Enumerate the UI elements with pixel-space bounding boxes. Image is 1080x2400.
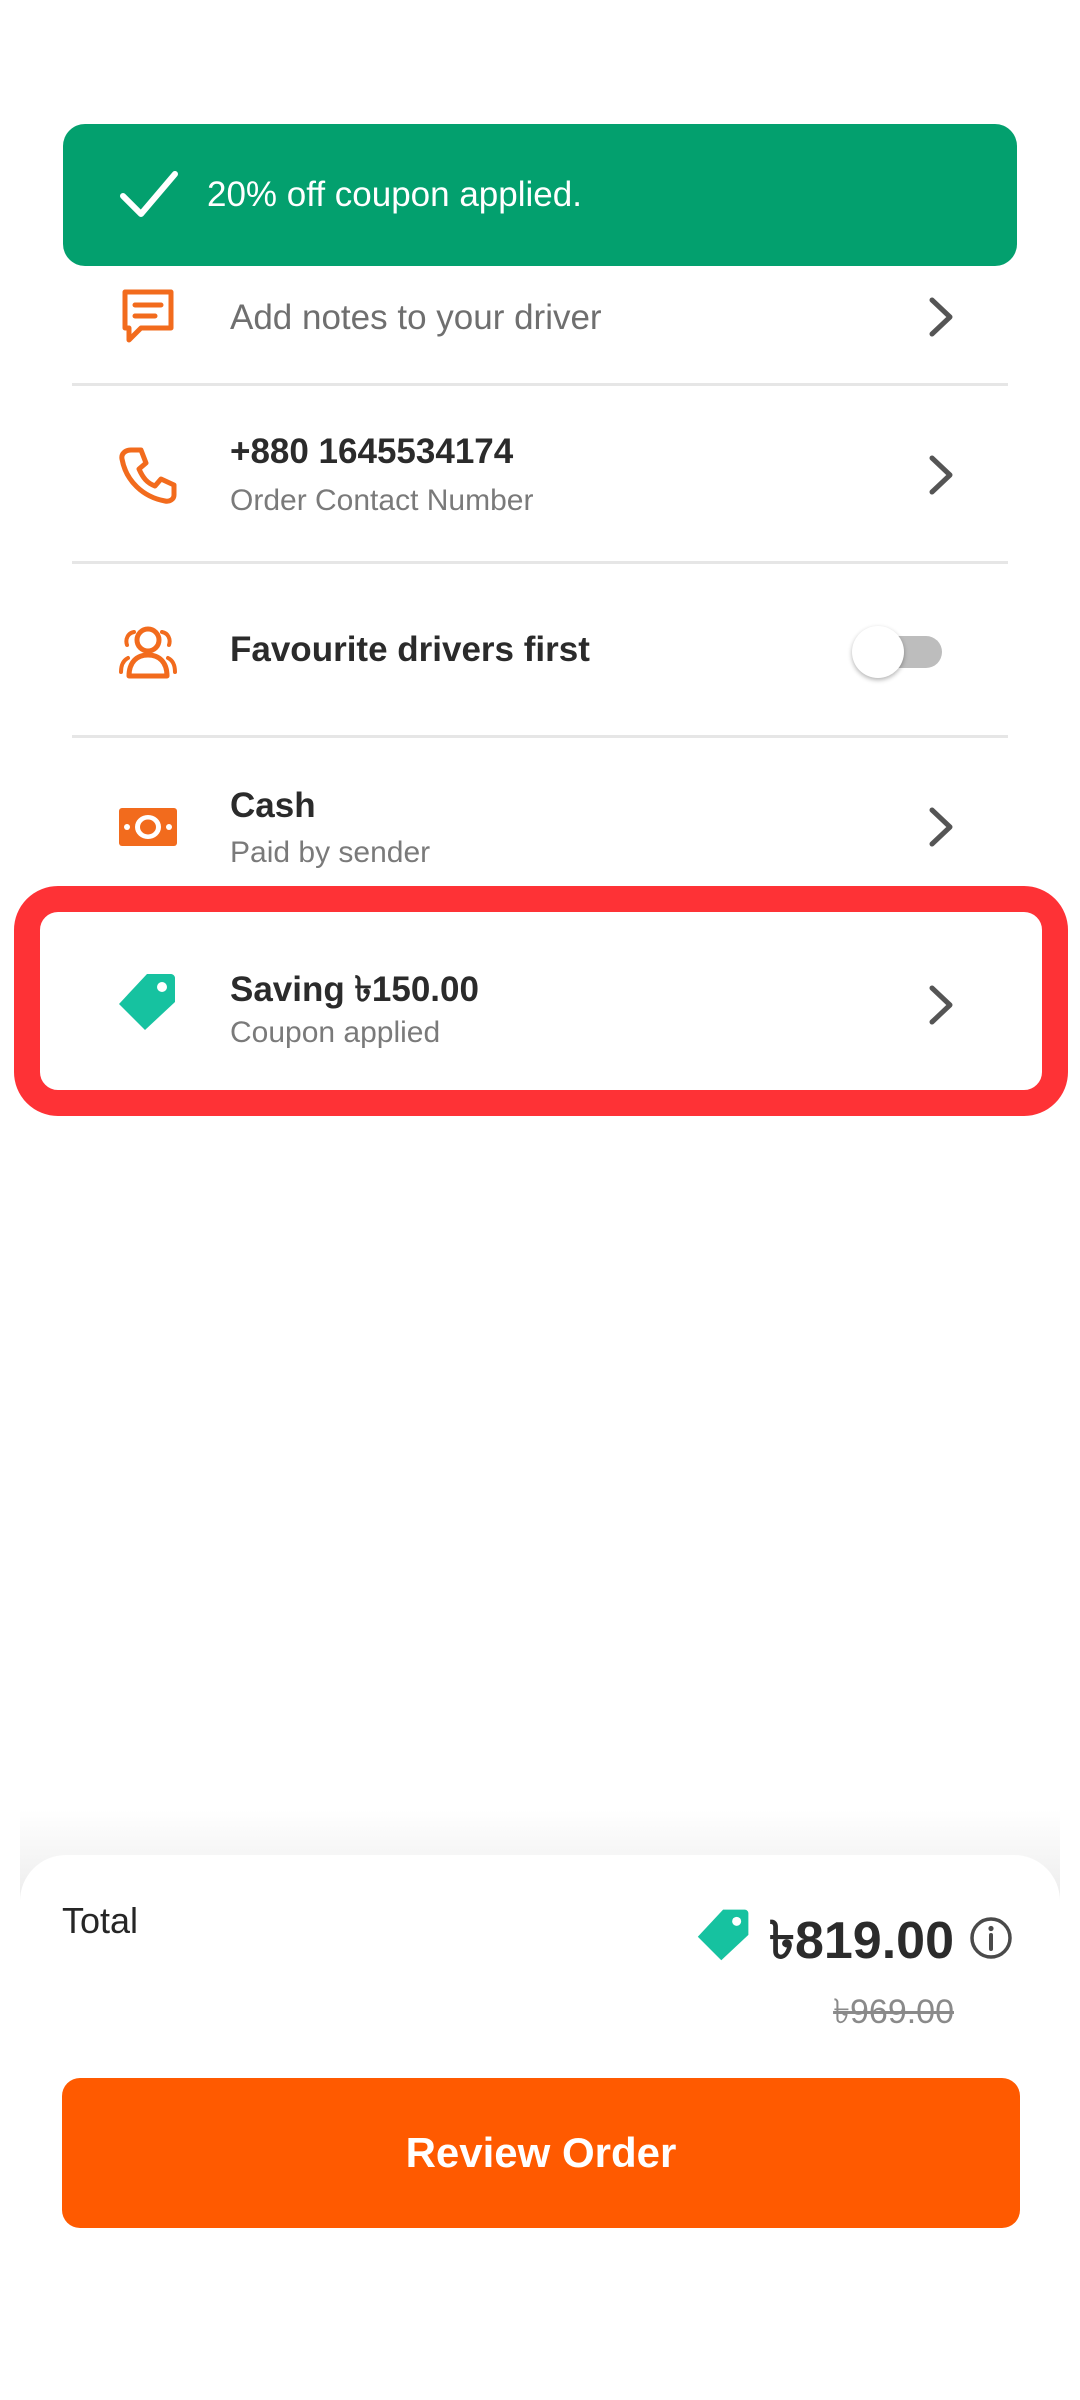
- cash-icon: [117, 796, 179, 858]
- coupon-caption: Coupon applied: [230, 1016, 441, 1049]
- chevron-right-icon: [929, 807, 953, 847]
- add-notes-row[interactable]: Add notes to your driver: [0, 266, 1080, 386]
- coupon-applied-toast: 20% off coupon applied.: [63, 124, 1017, 266]
- contact-number-caption: Order Contact Number: [230, 484, 534, 517]
- payment-method-label: Cash: [230, 786, 316, 825]
- favourite-drivers-toggle[interactable]: [852, 626, 944, 678]
- phone-icon: [117, 444, 179, 506]
- coupon-saving-label: Saving ৳150.00: [230, 970, 479, 1009]
- total-price: ৳819.00: [769, 1912, 954, 1970]
- review-order-button[interactable]: Review Order: [62, 2078, 1020, 2228]
- tag-icon: [697, 1909, 749, 1961]
- chevron-right-icon: [929, 297, 953, 337]
- check-icon: [120, 171, 178, 217]
- chevron-right-icon: [929, 985, 953, 1025]
- add-notes-label: Add notes to your driver: [230, 298, 602, 337]
- driver-group-icon: [117, 620, 179, 682]
- payment-method-row[interactable]: Cash Paid by sender: [0, 738, 1080, 886]
- original-price: ৳969.00: [833, 1993, 954, 2031]
- info-icon[interactable]: [968, 1915, 1014, 1961]
- coupon-row[interactable]: Saving ৳150.00 Coupon applied: [0, 912, 1080, 1090]
- total-label: Total: [62, 1900, 139, 1941]
- payment-method-caption: Paid by sender: [230, 836, 431, 869]
- favourite-drivers-label: Favourite drivers first: [230, 630, 590, 669]
- toast-message: 20% off coupon applied.: [207, 175, 582, 214]
- toggle-knob: [852, 626, 904, 678]
- chevron-right-icon: [929, 455, 953, 495]
- contact-number-row[interactable]: +880 1645534174 Order Contact Number: [0, 386, 1080, 563]
- chat-note-icon: [117, 286, 179, 348]
- tag-icon: [117, 970, 179, 1032]
- contact-number: +880 1645534174: [230, 432, 514, 471]
- order-details-screen: 20% off coupon applied. Add notes to you…: [0, 0, 1080, 2400]
